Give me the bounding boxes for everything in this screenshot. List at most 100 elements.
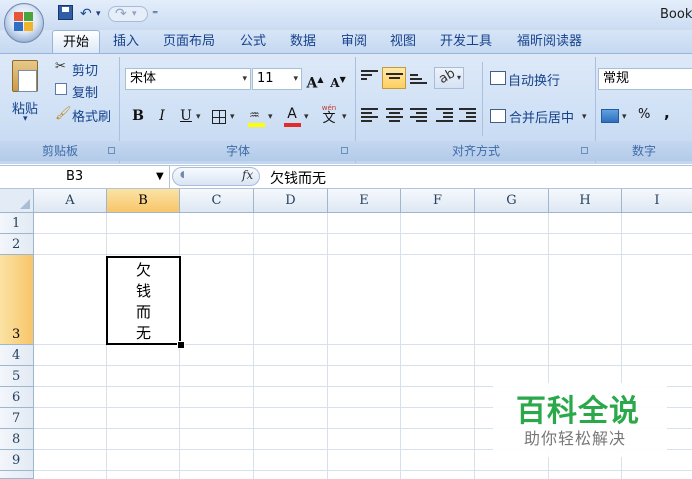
undo-dropdown-icon[interactable]: ▾ [96, 6, 101, 22]
font-color-button[interactable]: A [282, 104, 302, 124]
align-top-icon[interactable] [361, 70, 378, 84]
undo-icon[interactable]: ↶ [80, 6, 92, 22]
copy-button[interactable]: 复制 [72, 82, 98, 101]
tab-home[interactable]: 开始 [52, 30, 100, 53]
paste-dropdown-icon[interactable]: ▾ [23, 114, 28, 124]
number-format-combo[interactable]: 常规 [598, 68, 692, 90]
expander-grip-icon[interactable]: ◖ [180, 170, 185, 180]
gridline [34, 233, 692, 234]
row-header-5[interactable]: 5 [0, 366, 34, 387]
copy-icon[interactable] [55, 83, 67, 95]
underline-button[interactable]: U [176, 106, 196, 126]
paste-icon[interactable] [12, 60, 38, 92]
merge-center-button[interactable]: 合并后居中 [509, 107, 574, 126]
wrap-text-icon[interactable] [490, 71, 506, 85]
underline-dropdown-icon[interactable]: ▾ [196, 112, 201, 122]
gridline [474, 213, 475, 479]
format-painter-icon[interactable]: 🖌 [55, 106, 72, 121]
row-header-8[interactable]: 8 [0, 429, 34, 450]
cut-button[interactable]: 剪切 [72, 60, 98, 79]
grow-font-button[interactable]: A▲ [305, 69, 325, 92]
align-middle-button[interactable] [382, 67, 406, 89]
column-header-b[interactable]: B [107, 189, 180, 213]
font-name-combo[interactable]: 宋体 ▾ [125, 68, 251, 90]
column-header-g[interactable]: G [475, 189, 549, 213]
tab-insert[interactable]: 插入 [113, 30, 139, 53]
column-header-c[interactable]: C [180, 189, 254, 213]
column-header-i[interactable]: I [622, 189, 692, 213]
format-painter-button[interactable]: 格式刷 [72, 106, 111, 125]
column-header-d[interactable]: D [254, 189, 328, 213]
tab-page-layout[interactable]: 页面布局 [163, 30, 215, 53]
tab-formulas[interactable]: 公式 [240, 30, 266, 53]
gridline [34, 365, 692, 366]
orientation-button[interactable]: ab ▾ [434, 65, 464, 89]
column-header-f[interactable]: F [401, 189, 475, 213]
redo-group[interactable] [108, 6, 148, 22]
save-icon[interactable] [58, 5, 73, 20]
fill-color-icon[interactable]: ♒ [249, 108, 263, 122]
align-right-icon[interactable] [410, 108, 427, 122]
tab-review[interactable]: 审阅 [341, 30, 367, 53]
row-header-4[interactable]: 4 [0, 345, 34, 366]
currency-dropdown-icon[interactable]: ▾ [622, 112, 627, 122]
borders-dropdown-icon[interactable]: ▾ [230, 112, 235, 122]
customize-quick-access-icon[interactable]: ⁼ [152, 6, 158, 22]
office-button[interactable] [4, 3, 44, 43]
row-header-1[interactable]: 1 [0, 213, 34, 234]
align-bottom-icon[interactable] [410, 74, 427, 88]
name-box[interactable]: B3 ▼ [0, 166, 170, 188]
font-size-combo[interactable]: 11 ▾ [252, 68, 302, 90]
phonetic-guide-icon[interactable]: wén 文 [318, 104, 340, 126]
fill-handle[interactable] [177, 341, 185, 349]
merge-center-dropdown-icon[interactable]: ▾ [582, 112, 587, 122]
alignment-launcher-icon[interactable] [581, 147, 588, 154]
redo-dropdown-icon[interactable]: ▾ [132, 6, 137, 22]
number-format-value: 常规 [603, 71, 630, 86]
column-header-h[interactable]: H [549, 189, 622, 213]
decrease-indent-icon[interactable] [436, 108, 453, 122]
formula-input[interactable]: 欠钱而无 [270, 168, 326, 188]
row-header-10-partial[interactable] [0, 471, 34, 479]
percent-button[interactable]: % [638, 107, 650, 122]
borders-icon[interactable] [212, 110, 226, 124]
row-header-2[interactable]: 2 [0, 234, 34, 255]
phonetic-dropdown-icon[interactable]: ▾ [342, 112, 347, 122]
column-header-a[interactable]: A [34, 189, 107, 213]
row-header-9[interactable]: 9 [0, 450, 34, 471]
chevron-down-icon[interactable]: ▼ [156, 166, 164, 188]
row-header-6[interactable]: 6 [0, 387, 34, 408]
chevron-down-icon[interactable]: ▾ [293, 69, 298, 89]
row-header-7[interactable]: 7 [0, 408, 34, 429]
currency-icon[interactable] [601, 109, 619, 123]
increase-indent-icon[interactable] [459, 108, 476, 122]
tab-foxit-reader[interactable]: 福昕阅读器 [517, 30, 582, 53]
tab-developer[interactable]: 开发工具 [440, 30, 492, 53]
merge-center-icon[interactable] [490, 109, 506, 123]
font-launcher-icon[interactable] [341, 147, 348, 154]
tab-data[interactable]: 数据 [290, 30, 316, 53]
fill-color-dropdown-icon[interactable]: ▾ [268, 112, 273, 122]
align-middle-icon [386, 73, 403, 87]
active-cell-b3[interactable]: 欠 钱 而 无 [106, 256, 181, 345]
font-color-dropdown-icon[interactable]: ▾ [304, 112, 309, 122]
shrink-font-button[interactable]: A▼ [328, 69, 348, 90]
bold-button[interactable]: B [128, 106, 148, 126]
clipboard-launcher-icon[interactable] [108, 147, 115, 154]
tab-view[interactable]: 视图 [390, 30, 416, 53]
orientation-icon: ab [436, 65, 458, 88]
title-bar [0, 0, 692, 30]
redo-icon[interactable]: ↷ [115, 6, 127, 22]
scissors-icon[interactable]: ✂ [55, 59, 66, 74]
column-header-e[interactable]: E [328, 189, 401, 213]
window-title: Book [660, 7, 692, 22]
row-header-3[interactable]: 3 [0, 255, 34, 345]
wrap-text-button[interactable]: 自动换行 [508, 70, 560, 89]
select-all-corner[interactable] [0, 189, 34, 213]
align-left-icon[interactable] [361, 108, 378, 122]
insert-function-icon[interactable]: fx [242, 168, 253, 182]
italic-button[interactable]: I [152, 106, 172, 126]
comma-button[interactable]: , [664, 104, 670, 122]
align-center-icon[interactable] [386, 108, 403, 122]
chevron-down-icon[interactable]: ▾ [242, 69, 247, 89]
